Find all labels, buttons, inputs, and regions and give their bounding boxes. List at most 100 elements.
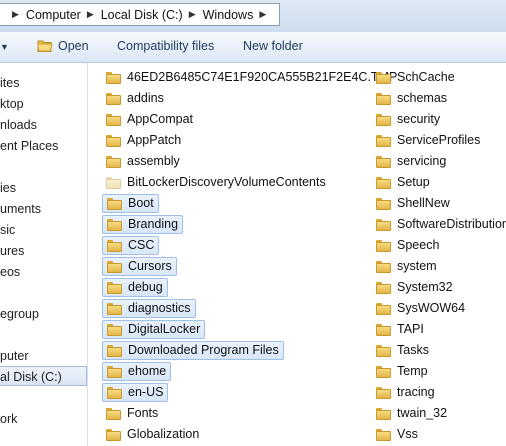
folder-item[interactable]: CSC [102, 236, 160, 255]
nav-item-computer[interactable]: puter [0, 346, 29, 366]
folder-item[interactable]: Downloaded Program Files [102, 341, 284, 360]
folder-item[interactable]: twain_32 [372, 404, 447, 423]
folder-item[interactable]: Fonts [102, 404, 158, 423]
folder-item[interactable]: en-US [102, 383, 169, 402]
folder-item[interactable]: DigitalLocker [102, 320, 206, 339]
open-button[interactable]: Open [37, 39, 89, 53]
address-bar: ▶ Computer ▶ Local Disk (C:) ▶ Windows ▶ [0, 0, 506, 33]
nav-item-local-disk[interactable]: al Disk (C:) [0, 366, 87, 386]
folder-item[interactable]: Tasks [372, 341, 429, 360]
folder-item[interactable]: Vss [372, 425, 418, 444]
folder-item[interactable]: Globalization [102, 425, 199, 444]
chevron-right-icon[interactable]: ▶ [87, 9, 94, 20]
breadcrumb-local-disk[interactable]: Local Disk (C:) [101, 8, 183, 22]
folder-item[interactable]: Cursors [102, 257, 177, 276]
folder-icon [107, 323, 122, 336]
organize-dropdown-icon[interactable]: ▼ [0, 42, 9, 52]
folder-icon [107, 302, 122, 315]
folder-item[interactable]: System32 [372, 278, 453, 297]
folder-item[interactable]: BitLockerDiscoveryVolumeContents [102, 173, 326, 192]
folder-item[interactable]: Speech [372, 236, 439, 255]
folder-item[interactable]: Boot [102, 194, 159, 213]
breadcrumb-windows[interactable]: Windows [203, 8, 254, 22]
navigation-pane[interactable]: ites ktop nloads ent Places ies uments s… [0, 63, 88, 446]
folder-icon [106, 176, 121, 189]
nav-item-pictures[interactable]: ures [0, 241, 24, 261]
folder-icon [376, 218, 391, 231]
folder-icon [106, 407, 121, 420]
folder-name: schemas [397, 91, 448, 105]
folder-icon [106, 113, 121, 126]
folder-icon [376, 134, 391, 147]
folder-item[interactable]: assembly [102, 152, 180, 171]
nav-item-desktop[interactable]: ktop [0, 94, 24, 114]
folder-name: ehome [128, 364, 167, 378]
folder-item[interactable]: system [372, 257, 437, 276]
folder-name: SoftwareDistribution [397, 217, 506, 231]
folder-icon [107, 386, 122, 399]
folder-item[interactable]: security [372, 110, 440, 129]
folder-item[interactable]: SysWOW64 [372, 299, 465, 318]
folder-item[interactable]: schemas [372, 89, 447, 108]
folder-item[interactable]: ServiceProfiles [372, 131, 480, 150]
folder-item[interactable]: ehome [102, 362, 172, 381]
folder-item[interactable]: 46ED2B6485C74E1F920CA555B21F2E4C.TMP [102, 68, 397, 87]
folder-name: SchCache [397, 70, 455, 84]
folder-icon [106, 134, 121, 147]
compatibility-files-button[interactable]: Compatibility files [117, 39, 214, 53]
chevron-right-icon[interactable]: ▶ [189, 9, 196, 20]
open-label: Open [58, 39, 89, 53]
folder-name: TAPI [397, 322, 424, 336]
nav-item-libraries[interactable]: ies [0, 178, 16, 198]
folder-item[interactable]: Setup [372, 173, 430, 192]
nav-item-favorites[interactable]: ites [0, 73, 19, 93]
folder-name: Cursors [128, 259, 172, 273]
folder-item[interactable]: addins [102, 89, 164, 108]
folder-icon [376, 281, 391, 294]
nav-item-documents[interactable]: uments [0, 199, 41, 219]
folder-item[interactable]: tracing [372, 383, 435, 402]
folder-icon [107, 218, 122, 231]
command-bar: ▼ Open Compatibility files New folder [0, 32, 506, 63]
folder-item[interactable]: Branding [102, 215, 184, 234]
folder-icon [376, 365, 391, 378]
open-folder-icon [37, 40, 53, 52]
folder-name: DigitalLocker [128, 322, 201, 336]
folder-name: system [397, 259, 437, 273]
folder-name: Downloaded Program Files [128, 343, 279, 357]
folder-name: Vss [397, 427, 418, 441]
chevron-right-icon[interactable]: ▶ [12, 9, 19, 20]
chevron-right-icon[interactable]: ▶ [259, 9, 266, 20]
folder-item[interactable]: TAPI [372, 320, 424, 339]
folder-item[interactable]: AppCompat [102, 110, 193, 129]
breadcrumb-computer[interactable]: Computer [26, 8, 81, 22]
folder-item[interactable]: servicing [372, 152, 446, 171]
new-folder-button[interactable]: New folder [243, 39, 303, 53]
folder-item[interactable]: debug [102, 278, 168, 297]
folder-item[interactable]: SoftwareDistribution [372, 215, 506, 234]
breadcrumb[interactable]: ▶ Computer ▶ Local Disk (C:) ▶ Windows ▶ [0, 3, 280, 26]
nav-item-music[interactable]: sic [0, 220, 15, 240]
folder-name: 46ED2B6485C74E1F920CA555B21F2E4C.TMP [127, 70, 398, 84]
nav-item-downloads[interactable]: nloads [0, 115, 37, 135]
nav-item-videos[interactable]: eos [0, 262, 20, 282]
nav-item-network[interactable]: ork [0, 409, 17, 429]
folder-name: AppPatch [127, 133, 182, 147]
folder-item[interactable]: SchCache [372, 68, 455, 87]
folder-name: security [397, 112, 441, 126]
folder-icon [376, 71, 391, 84]
folder-item[interactable]: AppPatch [102, 131, 181, 150]
folder-icon [107, 281, 122, 294]
nav-item-recent-places[interactable]: ent Places [0, 136, 58, 156]
folder-name: twain_32 [397, 406, 448, 420]
folder-icon [376, 176, 391, 189]
file-list[interactable]: 46ED2B6485C74E1F920CA555B21F2E4C.TMP addi… [88, 63, 506, 446]
folder-item[interactable]: diagnostics [102, 299, 196, 318]
nav-item-homegroup[interactable]: egroup [0, 304, 39, 324]
folder-item[interactable]: Temp [372, 362, 428, 381]
folder-icon [376, 113, 391, 126]
folder-icon [376, 302, 391, 315]
folder-name: SysWOW64 [397, 301, 466, 315]
folder-item[interactable]: ShellNew [372, 194, 450, 213]
folder-icon [107, 260, 122, 273]
